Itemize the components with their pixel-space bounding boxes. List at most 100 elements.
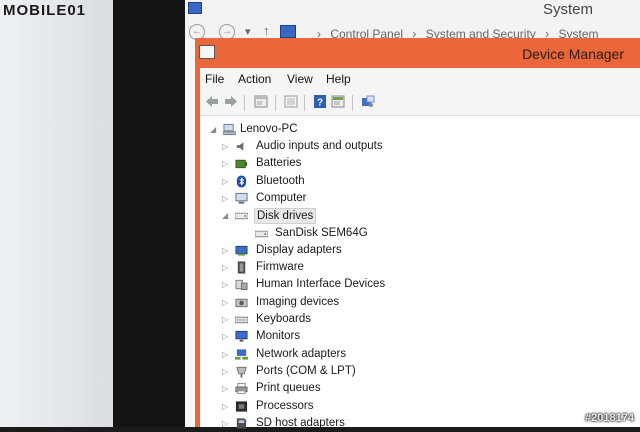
watermark-id: #2018174 (585, 412, 634, 424)
control-panel-icon (280, 25, 296, 38)
scan-hardware-icon[interactable] (361, 95, 375, 108)
tree-node-print-queues[interactable]: ▷ Print queues (200, 380, 460, 397)
toolbar-separator (352, 95, 353, 111)
tree-root-node[interactable]: ◢ Lenovo-PC (200, 121, 400, 138)
system-app-icon (188, 2, 202, 14)
tree-node-sd-host-adapters[interactable]: ▷ SD host adapters (200, 415, 460, 432)
tree-node-label: Ports (COM & LPT) (256, 364, 356, 377)
port-icon (236, 366, 247, 378)
tree-node-firmware[interactable]: ▷ Firmware (200, 259, 460, 276)
keyboard-icon (235, 316, 248, 324)
device-manager-title: Device Manager (522, 46, 624, 62)
tree-node-label: Audio inputs and outputs (256, 140, 383, 152)
menu-file[interactable]: File (205, 72, 224, 86)
forward-arrow-icon[interactable] (224, 95, 238, 108)
expand-arrow-icon[interactable]: ▷ (222, 363, 228, 380)
tree-node-label: Imaging devices (256, 295, 340, 308)
tree-node-label: Computer (256, 191, 307, 204)
monitor-icon (235, 331, 248, 342)
tree-node-network-adapters[interactable]: ▷ Network adapters (200, 346, 460, 363)
tree-node-disk-drives[interactable]: ◢ Disk drives (200, 207, 460, 225)
toolbar-separator (275, 95, 276, 111)
expand-arrow-icon[interactable]: ▷ (222, 415, 228, 432)
sd-card-icon (236, 418, 247, 429)
hid-icon (235, 280, 248, 291)
collapse-arrow-icon[interactable]: ◢ (222, 207, 228, 224)
tree-node-label: Print queues (256, 382, 321, 395)
menu-action[interactable]: Action (238, 72, 271, 86)
tree-node-imaging-devices[interactable]: ▷ Imaging devices (200, 294, 460, 311)
menu-bar: File Action View Help (200, 68, 640, 89)
display-adapter-icon (235, 245, 248, 256)
expand-arrow-icon[interactable]: ▷ (222, 311, 228, 328)
tree-child-label: SanDisk SEM64G (275, 226, 368, 239)
tree-node-label: Bluetooth (256, 174, 305, 187)
collapse-arrow-icon[interactable]: ◢ (210, 121, 216, 138)
computer-icon (235, 192, 248, 204)
expand-arrow-icon[interactable]: ▷ (222, 242, 228, 259)
toolbar-separator (244, 95, 245, 111)
tree-node-display-adapters[interactable]: ▷ Display adapters (200, 242, 460, 259)
tree-node-ports-com-lpt[interactable]: ▷ Ports (COM & LPT) (200, 363, 460, 380)
menu-view[interactable]: View (287, 72, 313, 86)
expand-arrow-icon[interactable]: ▷ (222, 398, 228, 415)
update-driver-icon[interactable] (331, 95, 345, 108)
show-hide-icon[interactable] (284, 95, 298, 108)
expand-arrow-icon[interactable]: ▷ (222, 173, 228, 190)
tree-node-bluetooth[interactable]: ▷ Bluetooth (200, 173, 460, 190)
tree-node-label: Processors (256, 399, 314, 412)
properties-icon[interactable] (254, 95, 268, 108)
device-tree: ◢ Lenovo-PC ▷ Audio inputs and outputs ▷ Ba… (200, 116, 640, 429)
expand-arrow-icon[interactable]: ▷ (222, 294, 228, 311)
tree-node-audio-inputs-and-outputs[interactable]: ▷ Audio inputs and outputs (200, 138, 460, 155)
tree-node-label: Display adapters (256, 243, 342, 256)
computer-icon (223, 123, 236, 136)
speaker-icon (236, 142, 244, 151)
watermark-logo: MOBILE01 (3, 2, 87, 19)
toolbar-separator (304, 95, 305, 111)
tree-node-keyboards[interactable]: ▷ Keyboards (200, 311, 460, 328)
expand-arrow-icon[interactable]: ▷ (222, 380, 228, 397)
tree-node-label: Disk drives (254, 208, 317, 225)
tree-node-label: Human Interface Devices (256, 278, 386, 291)
expand-arrow-icon[interactable]: ▷ (222, 346, 228, 363)
toolbar: ? (200, 89, 640, 116)
system-titlebar: System (185, 0, 640, 22)
tree-node-human-interface-devices[interactable]: ▷ Human Interface Devices (200, 276, 460, 293)
camera-icon (235, 298, 248, 307)
tree-root-label: Lenovo-PC (240, 123, 298, 135)
expand-arrow-icon[interactable]: ▷ (222, 259, 228, 276)
tree-node-label: Keyboards (256, 313, 311, 325)
disk-drive-icon (255, 230, 268, 237)
device-manager-client: File Action View Help ? ◢ Lenovo-PC ▷ Au… (200, 68, 640, 429)
disk-drive-icon (235, 212, 248, 220)
tree-node-monitors[interactable]: ▷ Monitors (200, 328, 460, 345)
expand-arrow-icon[interactable]: ▷ (222, 276, 228, 293)
help-icon[interactable]: ? (313, 95, 327, 108)
firmware-icon (237, 261, 246, 274)
expand-arrow-icon[interactable]: ▷ (222, 155, 228, 172)
tree-node-batteries[interactable]: ▷ Batteries (200, 155, 460, 172)
background-window: MOBILE01 (0, 0, 114, 427)
system-title: System (542, 1, 593, 18)
device-manager-app-icon[interactable] (199, 45, 215, 59)
bluetooth-icon (236, 175, 247, 188)
menu-help[interactable]: Help (326, 72, 351, 86)
tree-child-node[interactable]: SanDisk SEM64G (200, 225, 460, 242)
expand-arrow-icon[interactable]: ▷ (222, 138, 228, 155)
recent-dropdown-icon[interactable]: ▾ (245, 25, 251, 38)
expand-arrow-icon[interactable]: ▷ (222, 328, 228, 345)
tree-node-label: Network adapters (256, 347, 347, 360)
tree-node-computer[interactable]: ▷ Computer (200, 190, 460, 207)
device-manager-window: Device Manager File Action View Help ? ◢ (195, 38, 640, 429)
back-arrow-icon[interactable] (205, 95, 219, 108)
tree-node-label: SD host adapters (256, 416, 345, 429)
tree-node-processors[interactable]: ▷ Processors (200, 398, 460, 415)
expand-arrow-icon[interactable]: ▷ (222, 190, 228, 207)
network-icon (235, 348, 248, 360)
monitor-bezel (113, 0, 185, 427)
battery-icon (235, 160, 248, 169)
up-button[interactable]: ↑ (263, 23, 270, 38)
printer-icon (235, 383, 248, 395)
device-manager-titlebar[interactable]: Device Manager (195, 38, 640, 68)
